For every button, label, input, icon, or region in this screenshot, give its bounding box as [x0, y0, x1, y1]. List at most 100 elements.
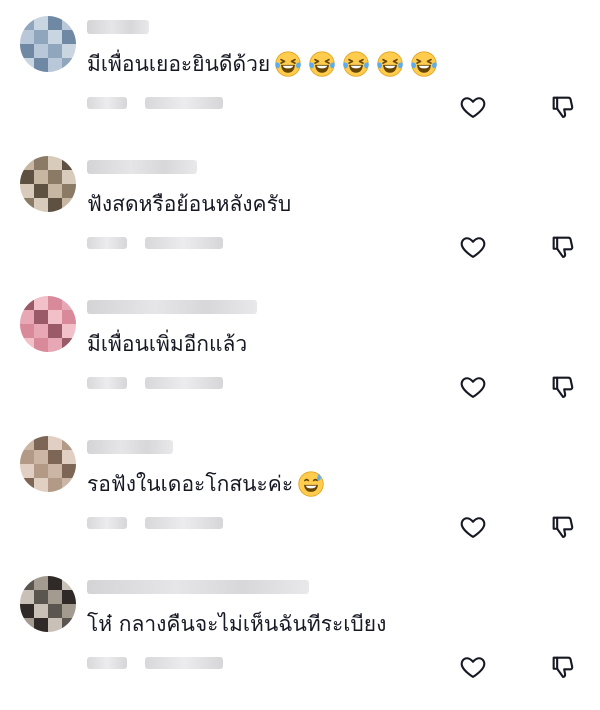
- reply-button-blurred[interactable]: [145, 377, 223, 389]
- avatar-pixel: [20, 338, 34, 352]
- comment-text: มีเพื่อนเพิ่มอีกแล้ว: [87, 332, 248, 356]
- comment-text-row: ฟังสดหรือย้อนหลังครับ: [87, 190, 291, 218]
- avatar-pixel: [34, 296, 48, 310]
- avatar-pixel: [62, 58, 76, 72]
- avatar-pixel: [34, 576, 48, 590]
- avatar-pixel: [62, 296, 76, 310]
- avatar-pixel: [48, 324, 62, 338]
- laughing-tears-emoji-icon: [410, 50, 438, 78]
- avatar-pixel: [20, 170, 34, 184]
- avatar[interactable]: [20, 576, 76, 632]
- avatar-pixel: [48, 170, 62, 184]
- avatar-pixel: [62, 576, 76, 590]
- avatar-pixel: [62, 198, 76, 212]
- comment-text-row: มีเพื่อนเพิ่มอีกแล้ว: [87, 330, 247, 358]
- avatar-pixel: [34, 464, 48, 478]
- heart-icon[interactable]: [458, 652, 488, 682]
- comment-item: มีเพื่อนเพิ่มอีกแล้ว: [0, 290, 600, 430]
- avatar-pixel: [34, 44, 48, 58]
- timestamp-blurred: [87, 657, 127, 669]
- avatar-pixel: [20, 324, 34, 338]
- avatar[interactable]: [20, 16, 76, 72]
- comment-item: โห๋ กลางคืนจะไม่เห็นฉันทีระเบียง: [0, 570, 600, 710]
- laughing-tears-emoji-icon: [308, 50, 336, 78]
- comment-meta-blurred: [87, 656, 223, 670]
- avatar-pixel: [20, 58, 34, 72]
- timestamp-blurred: [87, 237, 127, 249]
- avatar-pixel: [62, 16, 76, 30]
- avatar-pixel: [48, 450, 62, 464]
- comment-text-row: รอฟังในเดอะโกสนะค่ะ: [87, 470, 325, 498]
- reply-button-blurred[interactable]: [145, 517, 223, 529]
- avatar[interactable]: [20, 156, 76, 212]
- comment-meta-blurred: [87, 236, 223, 250]
- avatar-pixel: [48, 576, 62, 590]
- heart-icon[interactable]: [458, 232, 488, 262]
- username-blurred[interactable]: [87, 300, 257, 314]
- username-blurred[interactable]: [87, 20, 149, 34]
- avatar-pixel: [34, 156, 48, 170]
- avatar-pixel: [20, 618, 34, 632]
- avatar-pixel: [20, 310, 34, 324]
- avatar-pixel: [34, 590, 48, 604]
- avatar-pixel: [48, 184, 62, 198]
- avatar-pixel: [20, 296, 34, 310]
- avatar-pixel: [20, 198, 34, 212]
- avatar-pixel: [48, 44, 62, 58]
- avatar-pixel: [62, 590, 76, 604]
- avatar-pixel: [20, 450, 34, 464]
- avatar-pixel: [20, 44, 34, 58]
- username-blurred[interactable]: [87, 160, 197, 174]
- heart-icon[interactable]: [458, 512, 488, 542]
- avatar-pixel: [48, 338, 62, 352]
- heart-icon[interactable]: [458, 372, 488, 402]
- avatar-pixel: [34, 16, 48, 30]
- avatar-pixel: [20, 156, 34, 170]
- avatar-pixel: [62, 324, 76, 338]
- reply-button-blurred[interactable]: [145, 97, 223, 109]
- username-blurred[interactable]: [87, 440, 173, 454]
- comment-meta-blurred: [87, 96, 223, 110]
- avatar-pixel: [48, 296, 62, 310]
- avatar-pixel: [62, 478, 76, 492]
- avatar[interactable]: [20, 296, 76, 352]
- comment-text: มีเพื่อนเยอะยินดีด้วย: [87, 52, 271, 76]
- avatar-pixel: [34, 450, 48, 464]
- avatar-pixel: [34, 198, 48, 212]
- avatar-pixel: [34, 436, 48, 450]
- avatar-pixel: [62, 170, 76, 184]
- avatar-pixel: [20, 590, 34, 604]
- avatar-pixel: [48, 478, 62, 492]
- comment-text-row: โห๋ กลางคืนจะไม่เห็นฉันทีระเบียง: [87, 610, 386, 638]
- comment-text: โห๋ กลางคืนจะไม่เห็นฉันทีระเบียง: [87, 612, 387, 636]
- avatar-pixel: [34, 170, 48, 184]
- avatar[interactable]: [20, 436, 76, 492]
- reply-button-blurred[interactable]: [145, 657, 223, 669]
- thumbs-down-icon[interactable]: [548, 372, 578, 402]
- avatar-pixel: [62, 450, 76, 464]
- avatar-pixel: [34, 478, 48, 492]
- avatar-pixel: [20, 436, 34, 450]
- thumbs-down-icon[interactable]: [548, 232, 578, 262]
- username-blurred[interactable]: [87, 580, 309, 594]
- avatar-pixel: [48, 310, 62, 324]
- heart-icon[interactable]: [458, 92, 488, 122]
- avatar-pixel: [34, 58, 48, 72]
- comment-meta-blurred: [87, 516, 223, 530]
- reply-button-blurred[interactable]: [145, 237, 223, 249]
- thumbs-down-icon[interactable]: [548, 92, 578, 122]
- avatar-pixel: [34, 338, 48, 352]
- comment-item: รอฟังในเดอะโกสนะค่ะ: [0, 430, 600, 570]
- avatar-pixel: [48, 156, 62, 170]
- avatar-pixel: [20, 30, 34, 44]
- avatar-pixel: [34, 604, 48, 618]
- thumbs-down-icon[interactable]: [548, 652, 578, 682]
- avatar-pixel: [34, 310, 48, 324]
- thumbs-down-icon[interactable]: [548, 512, 578, 542]
- avatar-pixel: [20, 576, 34, 590]
- avatar-pixel: [34, 184, 48, 198]
- laughing-tears-emoji-icon: [274, 50, 302, 78]
- comment-text: ฟังสดหรือย้อนหลังครับ: [87, 192, 292, 216]
- avatar-pixel: [62, 338, 76, 352]
- avatar-pixel: [48, 30, 62, 44]
